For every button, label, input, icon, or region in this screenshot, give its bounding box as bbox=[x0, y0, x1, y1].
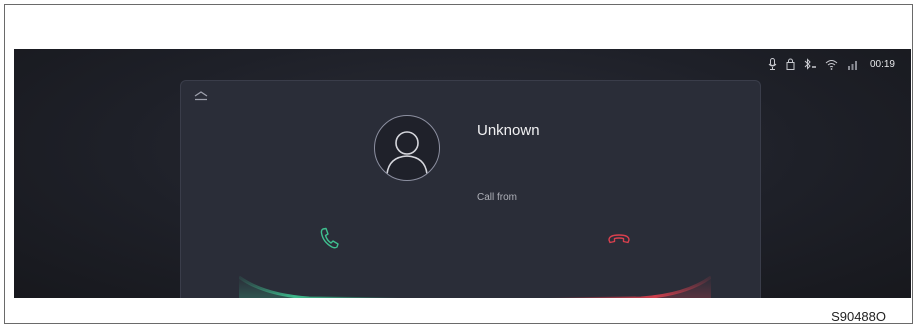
lock-icon bbox=[786, 58, 795, 70]
caller-avatar bbox=[374, 115, 440, 181]
signal-icon bbox=[847, 59, 859, 70]
display-screen: 00:19 Unknown Call from bbox=[14, 49, 911, 298]
figure-frame: 00:19 Unknown Call from S90488O bbox=[4, 4, 913, 324]
figure-code: S90488O bbox=[831, 309, 886, 324]
microphone-icon bbox=[768, 58, 777, 70]
incoming-call-card: Unknown Call from bbox=[180, 80, 761, 298]
call-subtitle: Call from bbox=[477, 192, 518, 203]
status-bar: 00:19 bbox=[768, 57, 895, 71]
clock-time: 00:19 bbox=[869, 58, 895, 70]
wifi-icon bbox=[825, 59, 838, 70]
phone-accept-icon bbox=[320, 227, 339, 249]
caller-name: Unknown bbox=[477, 122, 540, 139]
phone-hangup-icon bbox=[608, 234, 630, 244]
bluetooth-icon bbox=[804, 58, 816, 70]
decline-call-button[interactable] bbox=[548, 227, 712, 298]
collapse-chevron-icon[interactable] bbox=[191, 90, 211, 104]
person-icon bbox=[386, 131, 428, 175]
accept-call-button[interactable] bbox=[238, 227, 402, 298]
